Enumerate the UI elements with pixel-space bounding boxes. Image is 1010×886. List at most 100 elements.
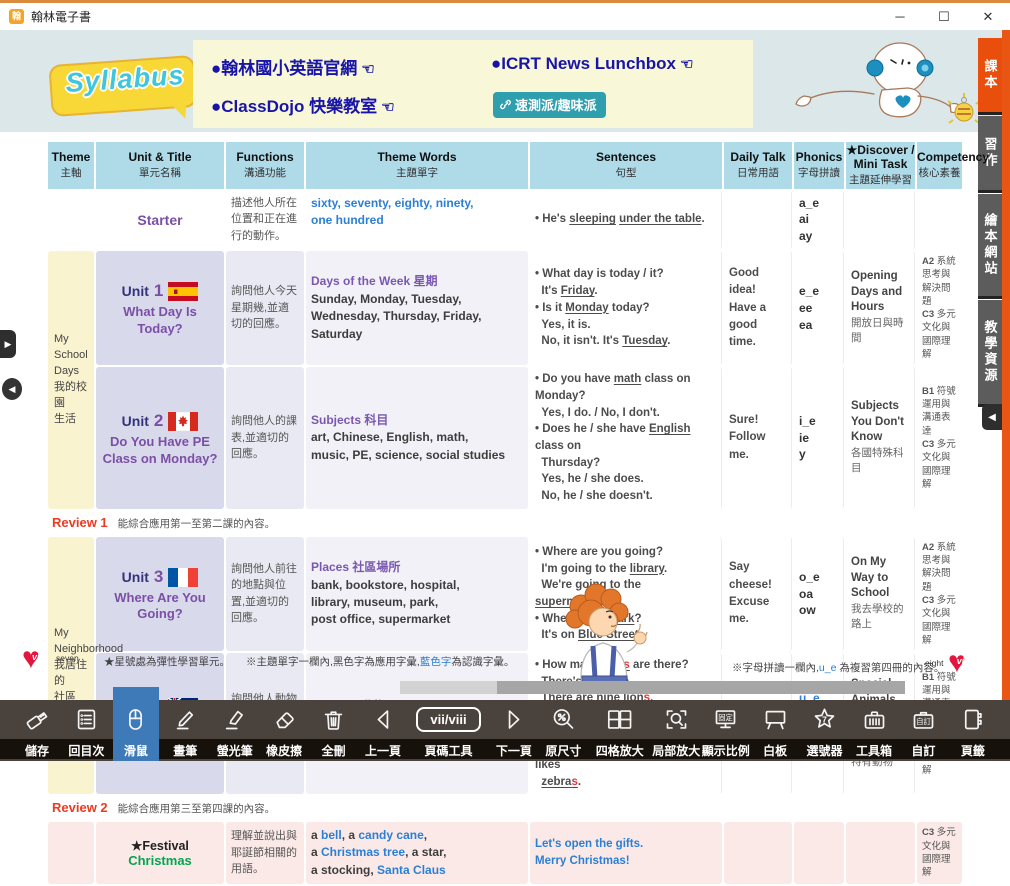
spain-flag-icon [168, 282, 198, 301]
eraser-icon [271, 706, 298, 733]
usb-save-icon [24, 706, 51, 733]
row-starter: Starter 描述他人所在位置和正在進行的動作。 sixty, seventy… [48, 191, 962, 249]
tool-toolbox[interactable]: 工具箱 [851, 700, 897, 761]
page-number-right: ♥ viii [948, 652, 982, 682]
theme-school-days: MySchoolDays我的校園生活 [48, 251, 94, 509]
tool-custom-box[interactable]: 自訂自訂 [900, 700, 946, 761]
chevron-left-icon: ◀ [988, 412, 996, 423]
tool-label: 上一頁 [365, 741, 401, 761]
titlebar: 翰 翰林電子書 ─ ☐ ✕ [0, 3, 1010, 31]
link-icrt-news[interactable]: ●ICRT News Lunchbox☜ [491, 54, 693, 74]
tool-usb-save[interactable]: 儲存 [14, 700, 60, 761]
custom-box-icon: 自訂 [910, 706, 937, 733]
right-accent-strip [1002, 30, 1010, 700]
tool-star-7[interactable]: 7 選號器 [802, 700, 848, 761]
tab-teaching-resources[interactable]: 教學資源 [978, 300, 1002, 407]
zoom-percent-icon [550, 706, 577, 733]
svg-text:自訂: 自訂 [916, 717, 931, 726]
tool-prev[interactable]: 上一頁 [360, 700, 406, 761]
footnote-phonics: ※字母拼讀一欄內,u_e 為複習第四冊的內容。 [732, 660, 944, 675]
bookmark-book-icon [959, 706, 986, 733]
boy-mascot-illustration [551, 582, 657, 694]
france-flag-icon [168, 568, 198, 587]
star-7-icon: 7 [811, 706, 838, 733]
tool-toc[interactable]: 回目次 [63, 700, 109, 761]
tool-highlighter[interactable]: 螢光筆 [212, 700, 258, 761]
prev-icon [370, 706, 397, 733]
row-review1: Review 1能綜合應用第一至第二課的內容。 [48, 511, 962, 535]
syllabus-table: Theme主軸 Unit & Title單元名稱 Functions溝通功能 T… [46, 140, 964, 886]
trash-icon [320, 706, 347, 733]
quiz-link-button[interactable]: 速測派/趣味派 [493, 92, 606, 118]
tool-mouse[interactable]: 滑鼠 [113, 700, 159, 761]
tool-eraser[interactable]: 橡皮擦 [261, 700, 307, 761]
tool-page-box[interactable]: vii/viii頁碼工具 [410, 700, 488, 761]
tool-zoom-area[interactable]: 局部放大 [653, 700, 699, 761]
toc-icon [73, 706, 100, 733]
whiteboard-icon [762, 706, 789, 733]
scrollbar-thumb[interactable] [497, 681, 905, 694]
tool-label: 畫筆 [173, 741, 197, 761]
table-header-row: Theme主軸 Unit & Title單元名稱 Functions溝通功能 T… [48, 142, 962, 189]
tool-zoom-percent[interactable]: 原尺寸 [540, 700, 586, 761]
tool-monitor-fixed[interactable]: 固定顯示比例 [703, 700, 749, 761]
tool-label: 頁碼工具 [424, 741, 472, 761]
bottom-toolbar: 儲存回目次滑鼠 畫筆螢光筆橡皮擦全刪上一頁 vii/viii頁碼工具下一頁原尺寸四格… [0, 700, 1010, 761]
link-icon [500, 99, 511, 110]
close-button[interactable]: ✕ [966, 4, 1010, 30]
tool-label: 顯示比例 [702, 741, 750, 761]
page-word-left: seven [56, 653, 79, 663]
unit3-cell: Unit3 Where Are You Going? [96, 537, 224, 651]
tool-whiteboard[interactable]: 白板 [752, 700, 798, 761]
grid-4-icon [606, 706, 633, 733]
left-back-button[interactable]: ◀ [2, 378, 22, 400]
link-classdojo[interactable]: ●ClassDojo 快樂教室☜ [211, 92, 395, 117]
window-title: 翰林電子書 [31, 8, 91, 25]
row-unit2: Unit2 Do You Have PE Class on Monday? 詢問… [48, 367, 962, 508]
tool-label: 滑鼠 [124, 741, 148, 761]
tool-label: 回目次 [68, 741, 104, 761]
horizontal-scrollbar[interactable] [400, 681, 905, 694]
collapse-tabs-button[interactable]: ◀ [982, 404, 1002, 430]
toolbox-icon [861, 706, 888, 733]
tool-grid-4[interactable]: 四格放大 [590, 700, 650, 761]
tool-next[interactable]: 下一頁 [491, 700, 537, 761]
unit2-cell: Unit2 Do You Have PE Class on Monday? [96, 367, 224, 508]
zoom-area-icon [663, 706, 690, 733]
link-hanlin-english[interactable]: ●翰林國小英語官網☜ [211, 54, 375, 79]
maximize-button[interactable]: ☐ [922, 4, 966, 30]
syllabus-panel: Theme主軸 Unit & Title單元名稱 Functions溝通功能 T… [46, 140, 964, 886]
tool-label: 儲存 [25, 741, 49, 761]
row-unit1: MySchoolDays我的校園生活 Unit1 What Day Is Tod… [48, 251, 962, 365]
tool-label: 選號器 [807, 741, 843, 761]
syllabus-logo: Syllabus [46, 52, 198, 118]
mouse-icon [122, 706, 149, 733]
page-word-right: eight [925, 658, 943, 668]
app-icon: 翰 [9, 9, 24, 24]
tool-pen[interactable]: 畫筆 [162, 700, 208, 761]
footnote-words: ※主題單字一欄內,黑色字為應用字彙,藍色字為認識字彙。 [246, 654, 514, 669]
tool-label: 頁籤 [961, 741, 985, 761]
tool-label: 全刪 [322, 741, 346, 761]
monitor-fixed-icon: 固定 [712, 706, 739, 733]
row-review2: Review 2能綜合應用第三至第四課的內容。 [48, 796, 962, 820]
minimize-button[interactable]: ─ [878, 4, 922, 30]
row-unit3: MyNeighborhood我居住的社區 Unit3 Where Are You… [48, 537, 962, 651]
svg-text:固定: 固定 [718, 713, 733, 722]
svg-text:7: 7 [822, 715, 827, 725]
tab-picturebook-site[interactable]: 繪本網站 [978, 194, 1002, 299]
row-festival: ★Festival Christmas 理解並說出與耶誕節相關的用語。 a be… [48, 822, 962, 883]
links-box: ●翰林國小英語官網☜ ●ICRT News Lunchbox☜ ●ClassDo… [193, 40, 753, 128]
footnote-star: ★星號處為彈性學習單元。 [104, 654, 230, 669]
starter-title: Starter [96, 191, 224, 249]
left-panel-handle[interactable]: ▶ [0, 330, 16, 358]
highlighter-icon [221, 706, 248, 733]
click-hand-icon: ☜ [680, 56, 693, 73]
tool-bookmark-book[interactable]: 頁籤 [950, 700, 996, 761]
tool-label: 白板 [763, 741, 787, 761]
tool-label: 自訂 [911, 741, 935, 761]
unit1-cell: Unit1 What Day Is Today? [96, 251, 224, 365]
tool-trash[interactable]: 全刪 [311, 700, 357, 761]
tool-label: 下一頁 [496, 741, 532, 761]
tab-textbook[interactable]: 課本 [978, 38, 1002, 115]
